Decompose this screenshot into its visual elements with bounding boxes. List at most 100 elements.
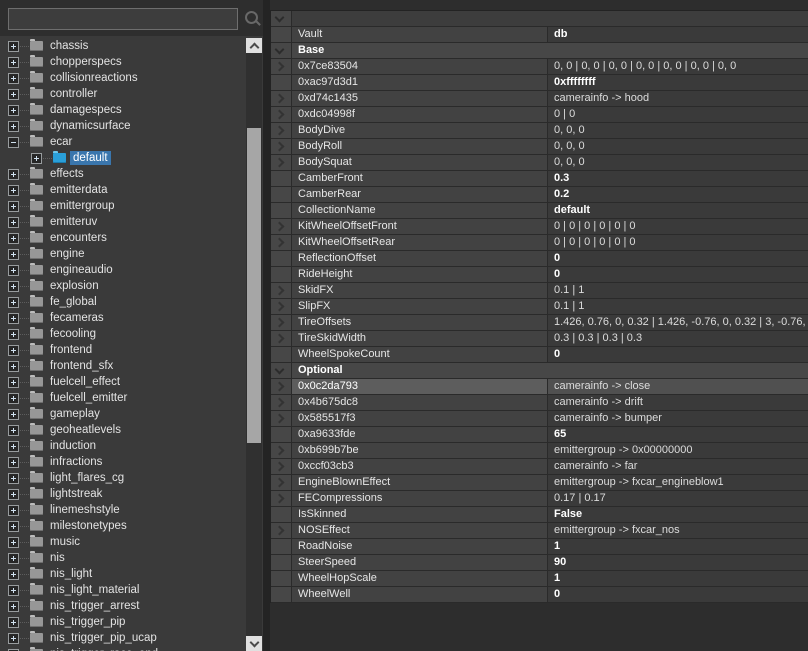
tree-expander-icon[interactable] [8,232,19,244]
tree-expander-icon[interactable] [8,344,19,356]
tree-item-label[interactable]: ecar [47,135,75,149]
BodyDive[interactable]: BodyDive 0, 0, 0 [271,123,808,139]
tree-item-label[interactable]: gameplay [47,407,103,421]
property-name[interactable]: RideHeight [292,267,548,282]
tree-item-label[interactable]: emitteruv [47,215,100,229]
0xdc04998f[interactable]: 0xdc04998f 0 | 0 [271,107,808,123]
tree-item-label[interactable]: lightstreak [47,487,105,501]
tree-item-label[interactable]: fuelcell_effect [47,375,123,389]
property-value[interactable]: 0.3 [548,171,808,186]
property-value[interactable]: 0 | 0 [548,107,808,122]
0x0c2da793[interactable]: 0x0c2da793 camerainfo -> close [271,379,808,395]
tree-item-label[interactable]: infractions [47,455,105,469]
tree-expander-icon[interactable] [8,296,19,308]
tree-item[interactable]: controller [0,86,263,102]
property-value[interactable]: 0, 0, 0 [548,139,808,154]
row-expander-gutter[interactable] [271,91,292,106]
row-expander-gutter[interactable] [271,155,292,170]
tree-item[interactable]: frontend [0,342,263,358]
EngineBlownEffect[interactable]: EngineBlownEffect emittergroup -> fxcar_… [271,475,808,491]
tree-item-label[interactable]: fe_global [47,295,100,309]
tree-item-label[interactable]: nis [47,551,68,565]
tree-item-label[interactable]: collisionreactions [47,71,141,85]
WheelSpokeCount[interactable]: WheelSpokeCount 0 [271,347,808,363]
row-expander-gutter[interactable] [271,11,292,26]
SkidFX[interactable]: SkidFX 0.1 | 1 [271,283,808,299]
tree-expander-icon[interactable] [8,632,19,644]
tree-expander-icon[interactable] [31,152,42,164]
tree-item[interactable]: emittergroup [0,198,263,214]
CollectionName[interactable]: CollectionName default [271,203,808,219]
property-value[interactable]: 0 [548,251,808,266]
row-expander-gutter[interactable] [271,475,292,490]
tree-item[interactable]: nis_trigger_pip_ucap [0,630,263,646]
tree-item-label[interactable]: chassis [47,39,91,53]
property-name[interactable]: Optional [292,363,548,378]
tree-expander-icon[interactable] [8,552,19,564]
row-expander-gutter[interactable] [271,299,292,314]
row-expander-gutter[interactable] [271,411,292,426]
tree-expander-icon[interactable] [8,104,19,116]
tree-item[interactable]: engine [0,246,263,262]
property-name[interactable]: TireOffsets [292,315,548,330]
row-expander-gutter[interactable] [271,219,292,234]
property-name[interactable]: SteerSpeed [292,555,548,570]
property-name[interactable]: SkidFX [292,283,548,298]
KitWheelOffsetFront[interactable]: KitWheelOffsetFront 0 | 0 | 0 | 0 | 0 | … [271,219,808,235]
tree-item-label[interactable]: emittergroup [47,199,118,213]
tree-item-label[interactable]: encounters [47,231,110,245]
property-value[interactable]: 1 [548,571,808,586]
property-name[interactable]: BodyDive [292,123,548,138]
row-expander-gutter[interactable] [271,123,292,138]
property-value[interactable]: 1.426, 0.76, 0, 0.32 | 1.426, -0.76, 0, … [548,315,808,330]
tree-expander-icon[interactable] [8,568,19,580]
row-expander-gutter[interactable] [271,539,292,554]
tree-expander-icon[interactable] [8,280,19,292]
property-name[interactable]: EngineBlownEffect [292,475,548,490]
property-value[interactable]: default [548,203,808,218]
property-name[interactable]: FECompressions [292,491,548,506]
property-name[interactable]: WheelSpokeCount [292,347,548,362]
property-name[interactable]: Base [292,43,548,58]
0x585517f3[interactable]: 0x585517f3 camerainfo -> bumper [271,411,808,427]
tree-expander-icon[interactable] [8,584,19,596]
search-input[interactable] [8,8,238,30]
TireOffsets[interactable]: TireOffsets 1.426, 0.76, 0, 0.32 | 1.426… [271,315,808,331]
tree-item-label[interactable]: nis_trigger_race_end [47,647,161,651]
IsSkinned[interactable]: IsSkinned False [271,507,808,523]
property-value[interactable]: camerainfo -> bumper [548,411,808,426]
property-value[interactable]: 90 [548,555,808,570]
property-value[interactable]: 0 [548,267,808,282]
tree-item[interactable]: engineaudio [0,262,263,278]
row-expander-gutter[interactable] [271,491,292,506]
tree-expander-icon[interactable] [8,312,19,324]
tree-item-label[interactable]: fecooling [47,327,99,341]
property-value[interactable]: 0.1 | 1 [548,299,808,314]
tree-item[interactable]: effects [0,166,263,182]
tree-expander-icon[interactable] [8,56,19,68]
tree-item-label[interactable]: fuelcell_emitter [47,391,130,405]
row-expander-gutter[interactable] [271,27,292,42]
property-name[interactable]: 0x4b675dc8 [292,395,548,410]
property-value[interactable]: camerainfo -> far [548,459,808,474]
tree-item[interactable]: emitterdata [0,182,263,198]
tree-item[interactable]: chopperspecs [0,54,263,70]
tree-item-label[interactable]: nis_trigger_pip_ucap [47,631,160,645]
ReflectionOffset[interactable]: ReflectionOffset 0 [271,251,808,267]
tree-item[interactable]: dynamicsurface [0,118,263,134]
property-name[interactable]: 0xccf03cb3 [292,459,548,474]
tree-item-label[interactable]: frontend_sfx [47,359,116,373]
tree-item[interactable]: gameplay [0,406,263,422]
property-name[interactable]: 0x0c2da793 [292,379,548,394]
tree-item[interactable]: encounters [0,230,263,246]
tree-item-label[interactable]: controller [47,87,100,101]
RoadNoise[interactable]: RoadNoise 1 [271,539,808,555]
row-expander-gutter[interactable] [271,75,292,90]
row-expander-gutter[interactable] [271,443,292,458]
tree-item-label[interactable]: nis_light_material [47,583,143,597]
tree-expander-icon[interactable] [8,376,19,388]
property-name[interactable]: 0xd74c1435 [292,91,548,106]
tree-item[interactable]: ecar [0,134,263,150]
property-value[interactable]: 0 | 0 | 0 | 0 | 0 | 0 [548,219,808,234]
Vault[interactable]: Vault db [271,27,808,43]
